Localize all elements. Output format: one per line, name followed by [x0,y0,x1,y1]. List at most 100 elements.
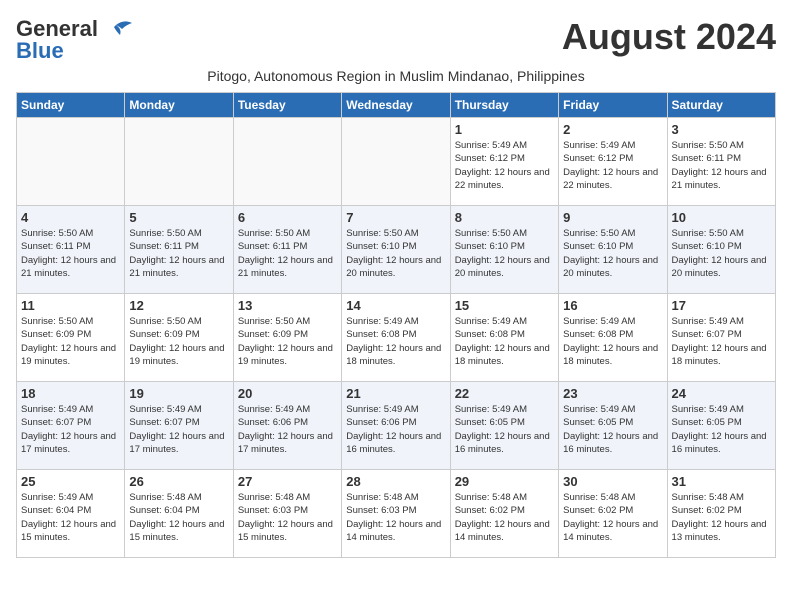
calendar-day-cell: 20 Sunrise: 5:49 AMSunset: 6:06 PMDayligh… [233,382,341,470]
calendar-day-cell: 14 Sunrise: 5:49 AMSunset: 6:08 PMDayligh… [342,294,450,382]
day-info: Sunrise: 5:50 AMSunset: 6:10 PMDaylight:… [455,227,554,280]
day-info: Sunrise: 5:50 AMSunset: 6:10 PMDaylight:… [672,227,771,280]
calendar-day-cell: 17 Sunrise: 5:49 AMSunset: 6:07 PMDayligh… [667,294,775,382]
day-number: 28 [346,474,445,489]
day-info: Sunrise: 5:50 AMSunset: 6:11 PMDaylight:… [21,227,120,280]
calendar-week-row: 11 Sunrise: 5:50 AMSunset: 6:09 PMDayligh… [17,294,776,382]
day-info: Sunrise: 5:50 AMSunset: 6:11 PMDaylight:… [672,139,771,192]
day-number: 14 [346,298,445,313]
day-info: Sunrise: 5:50 AMSunset: 6:09 PMDaylight:… [21,315,120,368]
day-number: 30 [563,474,662,489]
day-info: Sunrise: 5:50 AMSunset: 6:10 PMDaylight:… [563,227,662,280]
day-of-week-header: Friday [559,93,667,118]
day-info: Sunrise: 5:48 AMSunset: 6:04 PMDaylight:… [129,491,228,544]
calendar-day-cell [125,118,233,206]
day-number: 24 [672,386,771,401]
day-number: 4 [21,210,120,225]
calendar-header-row: SundayMondayTuesdayWednesdayThursdayFrid… [17,93,776,118]
calendar-day-cell: 18 Sunrise: 5:49 AMSunset: 6:07 PMDayligh… [17,382,125,470]
day-info: Sunrise: 5:49 AMSunset: 6:12 PMDaylight:… [455,139,554,192]
calendar-day-cell: 6 Sunrise: 5:50 AMSunset: 6:11 PMDaylight… [233,206,341,294]
calendar-day-cell: 16 Sunrise: 5:49 AMSunset: 6:08 PMDayligh… [559,294,667,382]
day-info: Sunrise: 5:49 AMSunset: 6:08 PMDaylight:… [563,315,662,368]
calendar-day-cell: 8 Sunrise: 5:50 AMSunset: 6:10 PMDaylight… [450,206,558,294]
calendar-day-cell: 25Sunrise: 5:49 AMSunset: 6:04 PMDayligh… [17,470,125,558]
calendar-day-cell [342,118,450,206]
day-number: 12 [129,298,228,313]
calendar-day-cell: 30Sunrise: 5:48 AMSunset: 6:02 PMDayligh… [559,470,667,558]
day-info: Sunrise: 5:48 AMSunset: 6:03 PMDaylight:… [238,491,337,544]
day-info: Sunrise: 5:50 AMSunset: 6:11 PMDaylight:… [238,227,337,280]
calendar-day-cell: 2Sunrise: 5:49 AMSunset: 6:12 PMDaylight… [559,118,667,206]
calendar-day-cell: 26Sunrise: 5:48 AMSunset: 6:04 PMDayligh… [125,470,233,558]
day-number: 21 [346,386,445,401]
day-info: Sunrise: 5:50 AMSunset: 6:10 PMDaylight:… [346,227,445,280]
day-info: Sunrise: 5:50 AMSunset: 6:11 PMDaylight:… [129,227,228,280]
page-header: General Blue August 2024 [16,16,776,64]
day-info: Sunrise: 5:49 AMSunset: 6:07 PMDaylight:… [672,315,771,368]
day-info: Sunrise: 5:50 AMSunset: 6:09 PMDaylight:… [238,315,337,368]
calendar-day-cell: 22Sunrise: 5:49 AMSunset: 6:05 PMDayligh… [450,382,558,470]
day-number: 8 [455,210,554,225]
day-number: 18 [21,386,120,401]
calendar-day-cell: 3 Sunrise: 5:50 AMSunset: 6:11 PMDaylight… [667,118,775,206]
day-number: 9 [563,210,662,225]
day-info: Sunrise: 5:49 AMSunset: 6:08 PMDaylight:… [346,315,445,368]
day-of-week-header: Tuesday [233,93,341,118]
calendar-day-cell: 7 Sunrise: 5:50 AMSunset: 6:10 PMDaylight… [342,206,450,294]
day-number: 7 [346,210,445,225]
calendar-day-cell: 24 Sunrise: 5:49 AMSunset: 6:05 PMDayligh… [667,382,775,470]
day-number: 5 [129,210,228,225]
month-year-title: August 2024 [562,16,776,58]
calendar-day-cell: 21 Sunrise: 5:49 AMSunset: 6:06 PMDayligh… [342,382,450,470]
day-number: 23 [563,386,662,401]
day-number: 15 [455,298,554,313]
day-number: 2 [563,122,662,137]
calendar-day-cell: 4 Sunrise: 5:50 AMSunset: 6:11 PMDaylight… [17,206,125,294]
day-info: Sunrise: 5:48 AMSunset: 6:02 PMDaylight:… [672,491,771,544]
calendar-week-row: 18 Sunrise: 5:49 AMSunset: 6:07 PMDayligh… [17,382,776,470]
day-number: 25 [21,474,120,489]
calendar-day-cell: 29Sunrise: 5:48 AMSunset: 6:02 PMDayligh… [450,470,558,558]
day-info: Sunrise: 5:49 AMSunset: 6:07 PMDaylight:… [129,403,228,456]
day-info: Sunrise: 5:49 AMSunset: 6:05 PMDaylight:… [563,403,662,456]
calendar-day-cell: 31Sunrise: 5:48 AMSunset: 6:02 PMDayligh… [667,470,775,558]
calendar-day-cell [17,118,125,206]
calendar-day-cell: 5 Sunrise: 5:50 AMSunset: 6:11 PMDaylight… [125,206,233,294]
day-number: 3 [672,122,771,137]
calendar-day-cell: 27 Sunrise: 5:48 AMSunset: 6:03 PMDayligh… [233,470,341,558]
day-of-week-header: Sunday [17,93,125,118]
day-info: Sunrise: 5:50 AMSunset: 6:09 PMDaylight:… [129,315,228,368]
calendar-day-cell: 19 Sunrise: 5:49 AMSunset: 6:07 PMDayligh… [125,382,233,470]
day-info: Sunrise: 5:49 AMSunset: 6:07 PMDaylight:… [21,403,120,456]
logo-blue: Blue [16,38,64,64]
day-number: 6 [238,210,337,225]
day-number: 29 [455,474,554,489]
calendar-day-cell: 23 Sunrise: 5:49 AMSunset: 6:05 PMDayligh… [559,382,667,470]
day-info: Sunrise: 5:49 AMSunset: 6:06 PMDaylight:… [238,403,337,456]
calendar-subtitle: Pitogo, Autonomous Region in Muslim Mind… [16,68,776,84]
day-number: 22 [455,386,554,401]
day-number: 10 [672,210,771,225]
day-number: 27 [238,474,337,489]
day-number: 17 [672,298,771,313]
day-number: 13 [238,298,337,313]
calendar-day-cell: 12 Sunrise: 5:50 AMSunset: 6:09 PMDayligh… [125,294,233,382]
day-number: 1 [455,122,554,137]
calendar-week-row: 1 Sunrise: 5:49 AMSunset: 6:12 PMDaylight… [17,118,776,206]
calendar-day-cell: 11 Sunrise: 5:50 AMSunset: 6:09 PMDayligh… [17,294,125,382]
day-info: Sunrise: 5:49 AMSunset: 6:06 PMDaylight:… [346,403,445,456]
day-number: 20 [238,386,337,401]
calendar-table: SundayMondayTuesdayWednesdayThursdayFrid… [16,92,776,558]
logo-bird-icon [98,17,134,41]
calendar-day-cell: 9 Sunrise: 5:50 AMSunset: 6:10 PMDaylight… [559,206,667,294]
day-info: Sunrise: 5:49 AMSunset: 6:05 PMDaylight:… [672,403,771,456]
day-number: 19 [129,386,228,401]
day-number: 11 [21,298,120,313]
day-of-week-header: Thursday [450,93,558,118]
calendar-day-cell: 1 Sunrise: 5:49 AMSunset: 6:12 PMDaylight… [450,118,558,206]
calendar-day-cell: 28Sunrise: 5:48 AMSunset: 6:03 PMDayligh… [342,470,450,558]
day-number: 16 [563,298,662,313]
calendar-day-cell: 15Sunrise: 5:49 AMSunset: 6:08 PMDayligh… [450,294,558,382]
day-of-week-header: Wednesday [342,93,450,118]
